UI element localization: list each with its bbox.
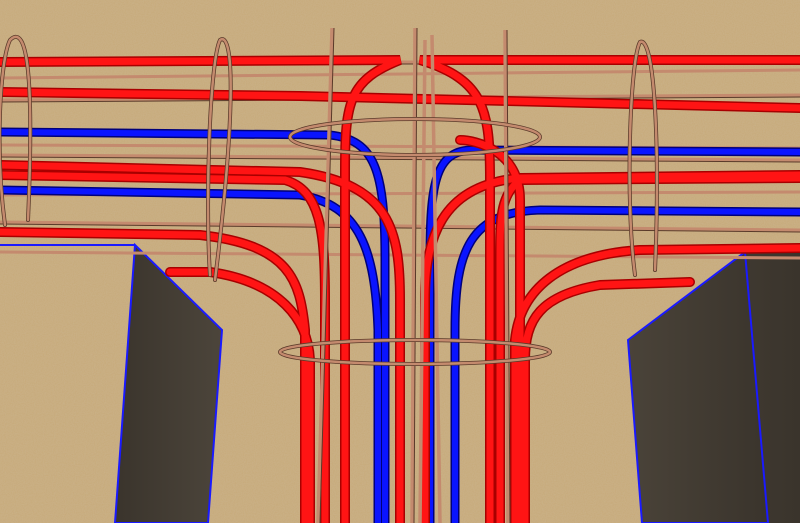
rebar-junction-diagram <box>0 0 800 523</box>
